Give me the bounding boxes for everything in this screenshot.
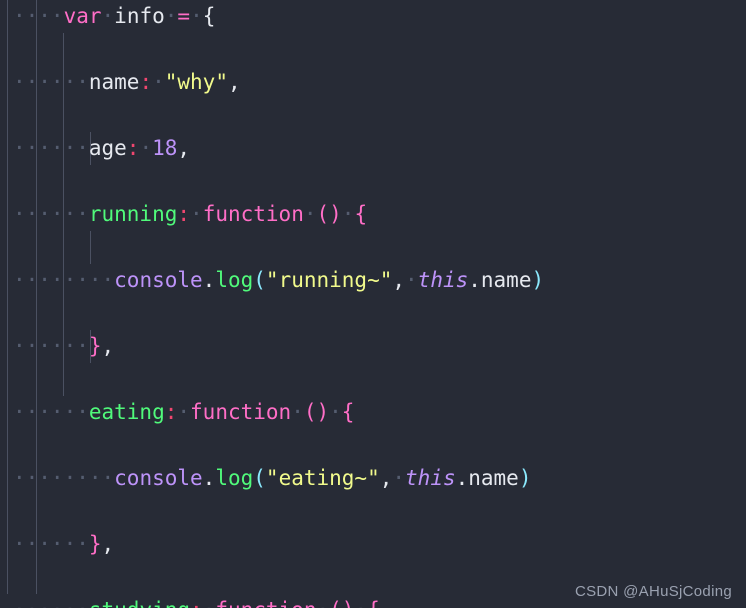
code-token: function xyxy=(202,202,304,226)
code-token: , xyxy=(392,268,406,292)
code-token: · xyxy=(152,70,165,94)
code-token: · xyxy=(139,136,153,160)
code-line[interactable]: ······}, xyxy=(0,528,746,561)
code-token: console xyxy=(114,268,203,292)
code-editor-screenshot: ····var·info·=·{······name:·"why", ······… xyxy=(0,0,746,608)
code-token: } xyxy=(88,532,102,556)
code-token: . xyxy=(202,268,216,292)
whitespace-dots: ······ xyxy=(13,136,89,160)
code-token: function xyxy=(215,594,316,608)
whitespace-dots: ········ xyxy=(13,268,115,292)
whitespace-dots: ······ xyxy=(13,202,89,226)
code-token: { xyxy=(341,400,355,424)
code-token: : xyxy=(190,594,203,608)
whitespace-dots: ······ xyxy=(13,594,89,608)
code-token: { xyxy=(367,594,380,608)
code-token: this xyxy=(405,466,456,490)
code-token: age xyxy=(88,136,127,160)
code-token: : xyxy=(126,136,140,160)
code-token: · xyxy=(303,202,317,226)
code-token: ) xyxy=(518,466,532,490)
whitespace-dots: ······ xyxy=(13,334,89,358)
code-token: () xyxy=(316,202,342,226)
code-token: this xyxy=(417,268,469,292)
code-token: running xyxy=(88,202,178,226)
code-token: .name xyxy=(468,268,532,292)
code-token: · xyxy=(164,4,178,28)
code-token: = xyxy=(177,4,191,28)
code-line[interactable]: ········console.log("running~",·this.nam… xyxy=(0,264,746,297)
code-token: log xyxy=(215,268,254,292)
code-token: . xyxy=(202,466,216,490)
code-token: ( xyxy=(253,268,266,292)
code-token: · xyxy=(177,400,191,424)
code-token: · xyxy=(341,202,355,226)
code-token: : xyxy=(164,400,178,424)
code-token: } xyxy=(88,334,102,358)
code-token: info xyxy=(114,4,165,28)
code-token: , xyxy=(379,466,393,490)
code-token: · xyxy=(101,4,115,28)
code-token: · xyxy=(354,594,367,608)
code-token: : xyxy=(177,202,191,226)
code-token: · xyxy=(316,594,329,608)
code-line[interactable]: ········console.log("eating~",·this.name… xyxy=(0,462,746,495)
code-token: log xyxy=(215,466,254,490)
code-token: () xyxy=(303,400,330,424)
code-token: name xyxy=(88,70,140,94)
code-token: · xyxy=(291,400,304,424)
code-token: "running~" xyxy=(265,268,393,292)
code-line[interactable]: ······running:·function·()·{ xyxy=(0,198,746,231)
code-token: , xyxy=(101,532,115,556)
code-token: ( xyxy=(253,466,266,490)
code-token: studying xyxy=(89,594,190,608)
code-token: "why" xyxy=(164,70,228,94)
code-token: · xyxy=(190,202,203,226)
whitespace-dots: ······ xyxy=(13,70,89,94)
csdn-watermark: CSDN @AHuSjCoding xyxy=(574,583,732,600)
code-token: function xyxy=(190,400,292,424)
code-content[interactable]: ····var·info·=·{······name:·"why", ······… xyxy=(0,0,746,608)
code-token: , xyxy=(101,334,115,358)
whitespace-dots: ······ xyxy=(13,400,89,424)
code-token: : xyxy=(139,70,153,94)
code-line[interactable]: ······}, xyxy=(0,330,746,363)
code-line[interactable]: ······eating:·function·()·{ xyxy=(0,396,746,429)
code-line[interactable]: ······age:·18, xyxy=(0,132,746,165)
code-token: , xyxy=(227,70,241,94)
code-token: ) xyxy=(531,268,545,292)
code-token: · xyxy=(190,4,203,28)
code-token: () xyxy=(329,594,354,608)
code-token: 18 xyxy=(152,136,178,160)
code-token: console xyxy=(114,466,203,490)
code-token: var xyxy=(63,4,102,28)
code-token: { xyxy=(354,202,368,226)
whitespace-dots: ···· xyxy=(13,4,64,28)
code-token: .name xyxy=(455,466,519,490)
whitespace-dots: ········ xyxy=(13,466,115,490)
code-token: { xyxy=(202,4,216,28)
code-token: · xyxy=(329,400,342,424)
code-line[interactable]: ······name:·"why", xyxy=(0,66,746,99)
code-token: · xyxy=(392,466,406,490)
code-token: , xyxy=(177,136,191,160)
code-token: "eating~" xyxy=(265,466,380,490)
whitespace-dots: ······ xyxy=(13,532,89,556)
code-line[interactable]: ····var·info·=·{ xyxy=(0,0,746,33)
code-token: · xyxy=(203,594,216,608)
code-token: eating xyxy=(88,400,165,424)
code-token: · xyxy=(405,268,418,292)
